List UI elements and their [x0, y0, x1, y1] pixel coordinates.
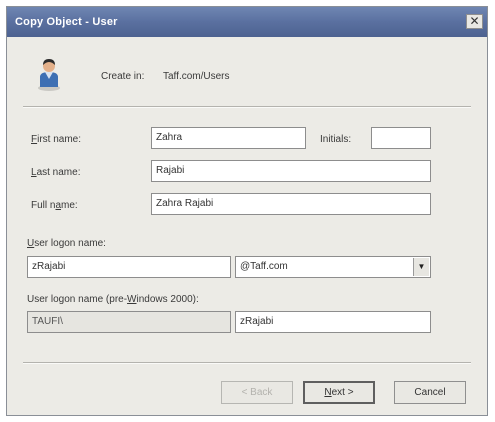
full-name-input[interactable]: Zahra Rajabi	[151, 193, 431, 215]
last-name-label: Last name:	[31, 167, 80, 178]
pre-windows-2000-label-prefix: User logon name (pre-	[27, 294, 128, 305]
full-name-label: Full name:	[31, 200, 78, 211]
cancel-button[interactable]: Cancel	[394, 381, 466, 404]
pre-windows-2000-domain-field: TAUFI\	[27, 311, 231, 333]
window-title: Copy Object - User	[15, 16, 118, 28]
close-button[interactable]: ✕	[466, 14, 483, 29]
title-bar[interactable]: Copy Object - User ✕	[7, 7, 487, 37]
pre-windows-2000-logon-input[interactable]: zRajabi	[235, 311, 431, 333]
last-name-label-text: ast name:	[36, 167, 81, 178]
pre-windows-2000-label: User logon name (pre-Windows 2000):	[27, 294, 199, 305]
next-button[interactable]: Next >	[303, 381, 375, 404]
initials-label: Initials:	[320, 134, 352, 145]
user-logon-name-label: User logon name:	[27, 238, 106, 249]
next-button-mnemonic: N	[324, 387, 332, 398]
close-icon: ✕	[469, 14, 480, 28]
user-icon	[37, 57, 61, 91]
separator	[23, 106, 471, 108]
back-button[interactable]: < Back	[221, 381, 293, 404]
first-name-label: First name:	[31, 134, 81, 145]
full-name-label-text: me:	[61, 200, 78, 211]
last-name-input[interactable]: Rajabi	[151, 160, 431, 182]
user-logon-name-label-text: ser logon name:	[34, 238, 106, 249]
first-name-input[interactable]: Zahra	[151, 127, 306, 149]
pre-windows-2000-label-mnemonic: W	[127, 294, 137, 305]
upn-suffix-select[interactable]: @Taff.com ▼	[235, 256, 431, 278]
next-button-text: ext >	[331, 387, 354, 398]
initials-input[interactable]	[371, 127, 431, 149]
upn-suffix-value: @Taff.com	[240, 261, 288, 272]
copy-object-user-dialog: Copy Object - User ✕ Create in: Taff.com…	[6, 6, 488, 416]
user-logon-name-input[interactable]: zRajabi	[27, 256, 231, 278]
create-in-path: Taff.com/Users	[163, 71, 230, 82]
pre-windows-2000-label-text: indows 2000):	[136, 294, 199, 305]
first-name-label-text: irst name:	[37, 134, 82, 145]
chevron-down-icon[interactable]: ▼	[413, 258, 429, 276]
full-name-label-prefix: Full n	[31, 200, 56, 211]
create-in-label: Create in:	[101, 71, 145, 82]
separator	[23, 362, 471, 364]
